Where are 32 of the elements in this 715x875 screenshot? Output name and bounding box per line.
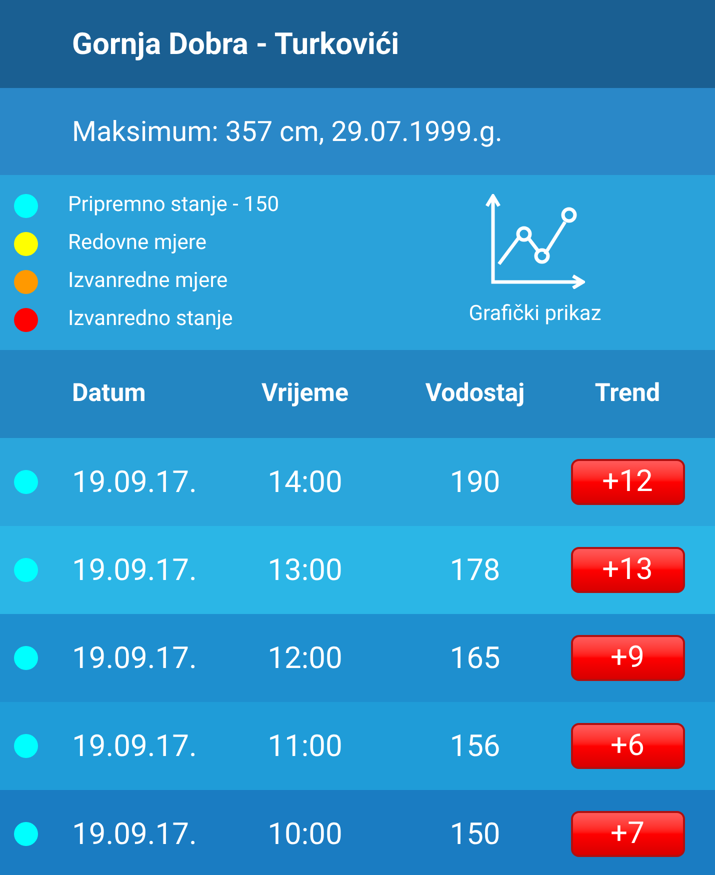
- chart-button[interactable]: Grafički prikaz: [450, 175, 620, 350]
- column-header: Vrijeme: [260, 378, 350, 410]
- maximum-text: Maksimum: 357 cm, 29.07.1999.g.: [72, 114, 502, 150]
- column-header: Vodostaj: [424, 378, 526, 410]
- column-header: Trend: [594, 378, 662, 410]
- table-cell-text: 11:00: [266, 728, 344, 766]
- table-cell-text: 19.09.17.: [71, 464, 198, 502]
- table-cell-text: 19.09.17.: [71, 552, 198, 590]
- table-cell-text: 14:00: [266, 464, 344, 502]
- table-cell-text: 165: [448, 640, 502, 678]
- trend-badge: +12: [570, 459, 684, 505]
- table-cell-text: 156: [448, 728, 502, 766]
- table-cell-text: 12:00: [266, 640, 344, 678]
- trend-badge: +9: [570, 635, 684, 681]
- table-cell-text: 150: [448, 816, 502, 854]
- table-cell-text: 178: [448, 552, 502, 590]
- column-header: Datum: [71, 378, 147, 410]
- legend-label: Pripremno stanje - 150: [68, 192, 280, 219]
- table-cell-text: 190: [448, 464, 502, 502]
- table-cell-text: 19.09.17.: [71, 728, 198, 766]
- trend-badge: +7: [570, 811, 684, 857]
- trend-badge: +13: [570, 547, 684, 593]
- legend-label: Redovne mjere: [68, 230, 206, 257]
- line-chart-icon: [485, 194, 585, 290]
- table-cell-text: 10:00: [266, 816, 344, 854]
- legend-label: Izvanredne mjere: [68, 268, 228, 295]
- table-cell-text: 19.09.17.: [71, 640, 198, 678]
- legend-label: Izvanredno stanje: [68, 306, 233, 333]
- trend-badge: +6: [570, 723, 684, 769]
- table-cell-text: 19.09.17.: [71, 816, 198, 854]
- table-cell-text: 13:00: [266, 552, 344, 590]
- station-title: Gornja Dobra - Turkovići: [72, 26, 400, 64]
